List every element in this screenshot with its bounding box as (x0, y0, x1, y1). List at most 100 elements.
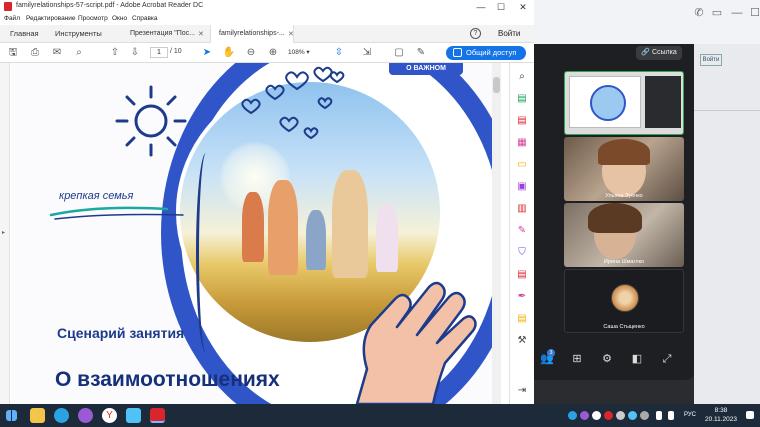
telegram-icon[interactable] (54, 408, 69, 423)
phone-icon[interactable]: ✆ (692, 6, 706, 20)
video-icon[interactable]: ▭ (710, 6, 724, 20)
file-explorer-icon[interactable] (30, 408, 45, 423)
call-controls: 👥 3 ⊞ ⚙ ◧ ⤢ (534, 344, 694, 374)
left-panel-toggle[interactable]: ▸ (0, 63, 10, 404)
vertical-scrollbar[interactable] (492, 63, 501, 404)
select-cursor-icon[interactable]: ➤ (200, 46, 214, 60)
pen-icon[interactable]: ✎ (414, 46, 428, 60)
compress-pdf-icon[interactable]: ▤ (516, 269, 528, 281)
yandex-browser-icon[interactable]: Y (102, 408, 117, 423)
participants-count-badge: 3 (547, 349, 555, 357)
zoom-select[interactable]: 108% ▾ (288, 47, 322, 58)
zoom-in-icon[interactable]: ⊕ (266, 46, 280, 60)
start-icon[interactable] (6, 410, 17, 421)
brush-swoosh (49, 206, 184, 220)
volume-icon[interactable] (668, 411, 674, 420)
hearts-decoration (241, 66, 345, 140)
window-titlebar: familyrelationships-57-script.pdf - Adob… (0, 0, 534, 14)
print-icon[interactable]: ⎙ (28, 46, 42, 60)
scroll-mode-icon[interactable]: ⇲ (360, 46, 374, 60)
copy-link-button[interactable]: 🔗 Ссылка (636, 46, 682, 60)
maximize-icon[interactable]: ☐ (748, 6, 760, 20)
person-figure (268, 180, 298, 275)
export-pdf-icon[interactable]: ▤ (516, 93, 528, 105)
scrollbar-thumb[interactable] (493, 77, 500, 93)
tray-app-icon[interactable] (580, 411, 589, 420)
clock-time[interactable]: 8:38 (704, 407, 738, 415)
page-number-input[interactable]: 1 (150, 47, 168, 58)
expand-left-icon: ▸ (2, 230, 6, 236)
login-button[interactable]: Войти (498, 29, 520, 38)
tab-home[interactable]: Главная (10, 29, 39, 38)
mail-icon[interactable]: ✉ (50, 46, 64, 60)
language-indicator[interactable]: РУС (684, 412, 696, 418)
edit-pdf-icon[interactable]: ▦ (516, 137, 528, 149)
organize-pages-icon[interactable]: ▥ (516, 203, 528, 215)
search-icon[interactable]: ⌕ (72, 46, 86, 60)
fit-page-icon[interactable]: ⇳ (332, 46, 346, 60)
decorative-arc (196, 153, 216, 353)
tray-app-icon[interactable] (604, 411, 613, 420)
tray-yandex-icon[interactable] (592, 411, 601, 420)
hand-tool-icon[interactable]: ✋ (222, 46, 236, 60)
close-tab-icon[interactable]: ✕ (288, 30, 294, 38)
page-title: О взаимоотношениях (55, 368, 280, 391)
maximize-button[interactable]: ☐ (492, 1, 510, 13)
tab-tools[interactable]: Инструменты (55, 29, 102, 38)
tray-app-icon[interactable] (628, 411, 637, 420)
minimize-icon[interactable]: — (730, 6, 744, 20)
grid-icon[interactable]: ⊞ (570, 352, 584, 366)
wifi-icon[interactable] (656, 411, 662, 420)
zoom-out-icon[interactable]: ⊖ (244, 46, 258, 60)
combine-files-icon[interactable]: ▣ (516, 181, 528, 193)
collapse-panel-icon[interactable]: ⇥ (516, 385, 528, 397)
help-icon[interactable]: ? (470, 28, 481, 39)
search-tool-icon[interactable]: ⌕ (516, 71, 528, 83)
settings-icon[interactable]: ⚙ (600, 352, 614, 366)
participant-hair (588, 203, 642, 233)
menu-help[interactable]: Справка (132, 15, 158, 22)
menu-window[interactable]: Окно (112, 15, 127, 22)
messenger-icon[interactable] (78, 408, 93, 423)
tab-document-presentation[interactable]: Презентация "Пос... (122, 25, 203, 43)
clock-date[interactable]: 20.11.2023 (700, 416, 742, 423)
menu-view[interactable]: Просмотр (78, 15, 108, 22)
comment-tool-icon[interactable]: ▭ (516, 159, 528, 171)
screen-share-icon[interactable]: ◧ (630, 352, 644, 366)
minimize-button[interactable]: — (472, 1, 490, 13)
pdf-page: О ВАЖНОМ крепкая семья Сценарий занятия … (11, 63, 492, 404)
close-tab-icon[interactable]: ✕ (198, 30, 204, 38)
screen-share-tile[interactable] (564, 71, 684, 135)
prev-page-icon[interactable]: ⇧ (108, 46, 122, 60)
close-button[interactable]: ✕ (514, 1, 532, 13)
scan-icon[interactable]: ▤ (516, 313, 528, 325)
person-figure (376, 204, 398, 272)
fill-sign-icon[interactable]: ✎ (516, 225, 528, 237)
tab-document-family[interactable]: familyrelationships-... (210, 25, 294, 43)
tray-app-icon[interactable] (640, 411, 649, 420)
save-icon[interactable]: 🖫 (6, 46, 20, 60)
more-tools-icon[interactable]: ⚒ (516, 335, 528, 347)
call-panel: 🔗 Ссылка Ульяна Зуенко Ирина Шмаглко Саш… (534, 44, 694, 380)
participant-tile[interactable]: Ирина Шмаглко (564, 203, 684, 267)
thumbnail-photo (590, 85, 626, 121)
menu-edit[interactable]: Редактирование (26, 15, 76, 22)
next-page-icon[interactable]: ⇩ (128, 46, 142, 60)
menu-file[interactable]: Файл (4, 15, 20, 22)
protect-icon[interactable]: ⛉ (516, 247, 528, 259)
acrobat-task-icon[interactable] (150, 408, 165, 423)
page-badge: О ВАЖНОМ (389, 63, 463, 75)
fullscreen-icon[interactable]: ⤢ (660, 352, 674, 366)
side-panel-button[interactable]: Войти (700, 54, 722, 66)
tray-app-icon[interactable] (616, 411, 625, 420)
tray-telegram-icon[interactable] (568, 411, 577, 420)
participant-tile[interactable]: Саша Стыценко (564, 269, 684, 333)
create-pdf-icon[interactable]: ▤ (516, 115, 528, 127)
participant-tile[interactable]: Ульяна Зуенко (564, 137, 684, 201)
copy-link-label: Ссылка (651, 49, 677, 56)
person-figure (332, 170, 368, 278)
send-for-signature-icon[interactable]: ✒ (516, 291, 528, 303)
comment-icon[interactable]: ▢ (392, 46, 406, 60)
notifications-icon[interactable] (746, 411, 754, 419)
app-icon[interactable] (126, 408, 141, 423)
